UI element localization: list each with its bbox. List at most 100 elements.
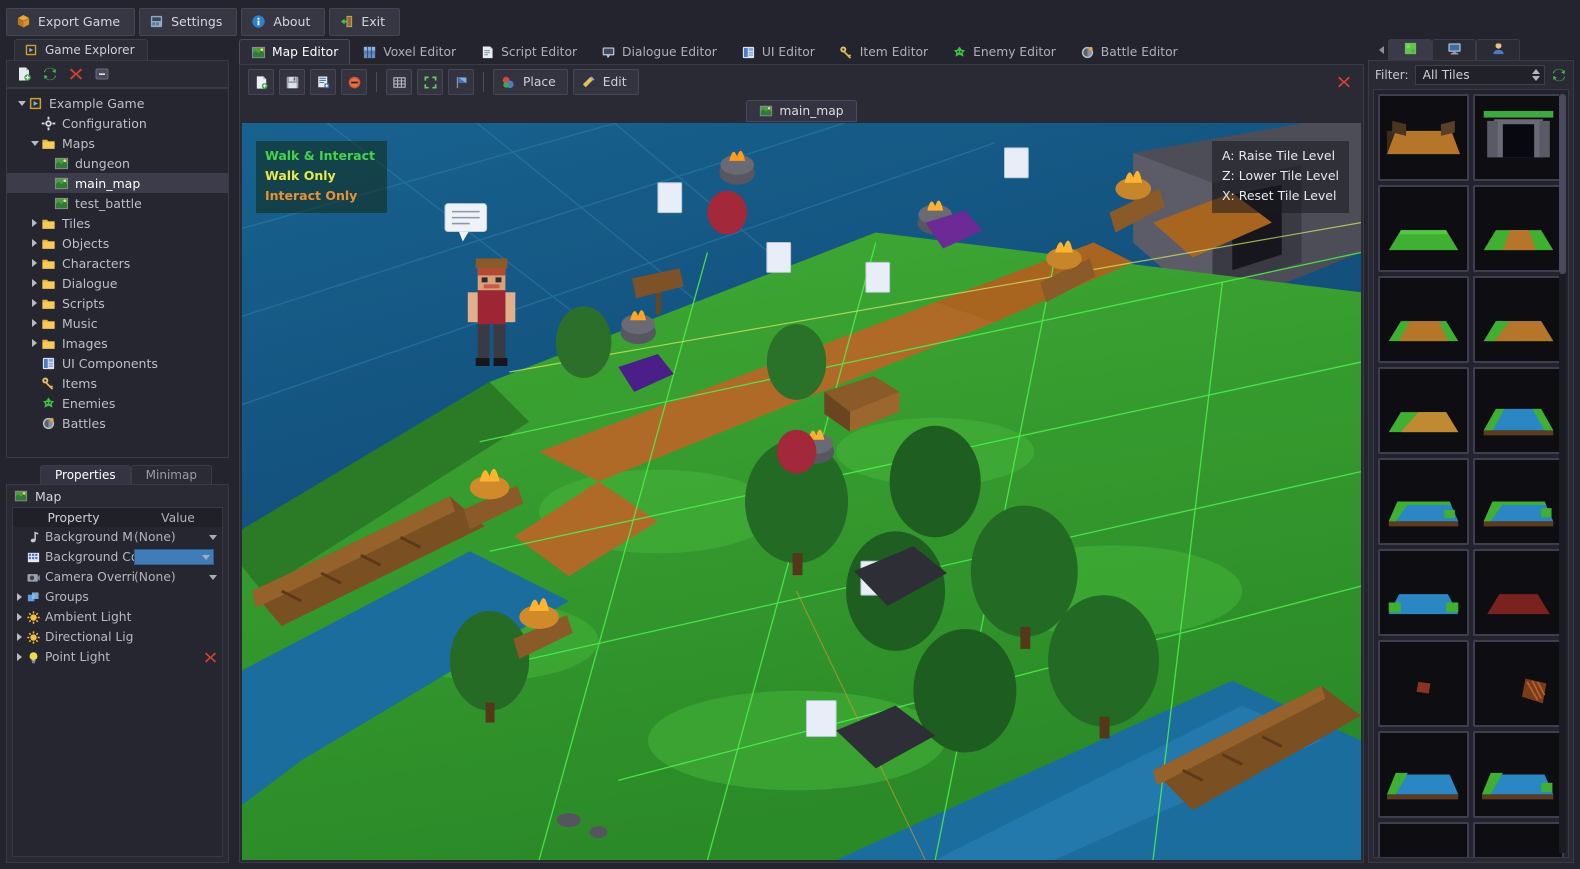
chevron-right-icon[interactable] xyxy=(28,339,41,347)
tree-item-main-map[interactable]: main_map xyxy=(7,173,228,193)
chevron-right-icon[interactable] xyxy=(13,633,26,641)
delete-icon[interactable] xyxy=(68,66,84,82)
chevron-right-icon[interactable] xyxy=(13,613,26,621)
red-carpet-tile[interactable] xyxy=(1473,549,1564,636)
property-row-camera-override[interactable]: Camera Override(None) xyxy=(13,567,222,587)
chevron-right-icon[interactable] xyxy=(13,593,26,601)
grass-dirt-corner-tile[interactable] xyxy=(1378,367,1469,454)
tab-voxel-editor[interactable]: Voxel Editor xyxy=(350,39,468,64)
tree-item-test-battle[interactable]: test_battle xyxy=(7,193,228,213)
map-viewport-3d[interactable]: Walk & Interact Walk Only Interact Only … xyxy=(242,123,1361,860)
empty-tile-a[interactable] xyxy=(1378,822,1469,857)
water-grass-corner-tile[interactable] xyxy=(1473,731,1564,818)
collapse-icon[interactable] xyxy=(94,66,110,82)
tree-item-images[interactable]: Images xyxy=(7,333,228,353)
delete-map-icon[interactable] xyxy=(341,69,367,95)
close-tab-icon[interactable] xyxy=(1333,71,1355,93)
tree-item-enemies[interactable]: Enemies xyxy=(7,393,228,413)
chevron-right-icon[interactable] xyxy=(28,259,41,267)
color-swatch[interactable] xyxy=(134,549,214,565)
property-value-cell[interactable]: (None) xyxy=(134,530,222,544)
property-row-groups[interactable]: Groups xyxy=(13,587,222,607)
tab-item-editor[interactable]: Item Editor xyxy=(827,39,940,64)
chevron-down-icon[interactable] xyxy=(202,554,210,560)
tree-item-dungeon[interactable]: dungeon xyxy=(7,153,228,173)
wood-floor-tile[interactable] xyxy=(1378,94,1469,181)
tile-palette-grid[interactable] xyxy=(1373,89,1569,858)
remove-icon[interactable] xyxy=(203,650,217,664)
exit-button[interactable]: Exit xyxy=(329,7,401,36)
objects-tab[interactable] xyxy=(1432,39,1476,60)
chevron-down-icon[interactable] xyxy=(209,574,217,580)
save-as-icon[interactable] xyxy=(310,69,336,95)
tree-item-items[interactable]: Items xyxy=(7,373,228,393)
tree-item-objects[interactable]: Objects xyxy=(7,233,228,253)
project-tree[interactable]: Example Game Configuration Maps dungeon main… xyxy=(6,88,229,458)
water-bank-left-tile[interactable] xyxy=(1378,458,1469,545)
tree-item-configuration[interactable]: Configuration xyxy=(7,113,228,133)
export-game-button[interactable]: Export Game xyxy=(6,7,136,36)
refresh-icon[interactable] xyxy=(42,66,58,82)
tree-item-dialogue[interactable]: Dialogue xyxy=(7,273,228,293)
water-channel-tile[interactable] xyxy=(1473,367,1564,454)
property-row-background-color[interactable]: Background Color xyxy=(13,547,222,567)
grass-tile[interactable] xyxy=(1378,185,1469,272)
tree-item-music[interactable]: Music xyxy=(7,313,228,333)
property-value-cell[interactable]: (None) xyxy=(134,570,222,584)
place-button[interactable]: Place xyxy=(493,69,568,95)
new-map-icon[interactable] xyxy=(248,69,274,95)
chevron-right-icon[interactable] xyxy=(28,239,41,247)
new-file-icon[interactable] xyxy=(16,66,32,82)
chevron-right-icon[interactable] xyxy=(13,653,26,661)
collapse-panel-icon[interactable] xyxy=(1374,40,1388,60)
dirt-edge-tile[interactable] xyxy=(1473,276,1564,363)
chevron-right-icon[interactable] xyxy=(28,219,41,227)
edit-button[interactable]: Edit xyxy=(572,69,639,95)
tab-minimap[interactable]: Minimap xyxy=(130,465,212,484)
refresh-icon[interactable] xyxy=(1551,67,1567,83)
tree-item-maps[interactable]: Maps xyxy=(7,133,228,153)
tab-dialogue-editor[interactable]: Dialogue Editor xyxy=(589,39,729,64)
small-rubble-tile[interactable] xyxy=(1378,640,1469,727)
tab-properties[interactable]: Properties xyxy=(40,465,131,484)
tree-item-battles[interactable]: Battles xyxy=(7,413,228,433)
characters-tab[interactable] xyxy=(1476,39,1520,60)
chevron-right-icon[interactable] xyxy=(28,299,41,307)
about-button[interactable]: About xyxy=(241,7,326,36)
tree-item-example-game[interactable]: Example Game xyxy=(7,93,228,113)
flag-icon[interactable] xyxy=(448,69,474,95)
tree-item-characters[interactable]: Characters xyxy=(7,253,228,273)
tab-script-editor[interactable]: Script Editor xyxy=(468,39,589,64)
chevron-down-icon[interactable] xyxy=(15,100,28,106)
water-grass-edge-tile[interactable] xyxy=(1378,731,1469,818)
filter-select[interactable]: All Tiles xyxy=(1414,65,1545,85)
fit-view-icon[interactable] xyxy=(417,69,443,95)
map-tab-main-map[interactable]: main_map xyxy=(746,100,857,122)
tab-battle-editor[interactable]: Battle Editor xyxy=(1068,39,1190,64)
grass-path-wide-tile[interactable] xyxy=(1378,276,1469,363)
settings-button[interactable]: Settings xyxy=(139,7,238,36)
tab-game-explorer[interactable]: Game Explorer xyxy=(14,39,148,60)
grid-toggle-icon[interactable] xyxy=(386,69,412,95)
save-map-icon[interactable] xyxy=(279,69,305,95)
property-row-ambient-light[interactable]: Ambient Light xyxy=(13,607,222,627)
empty-tile-b[interactable] xyxy=(1473,822,1564,857)
grass-path-vertical-tile[interactable] xyxy=(1473,185,1564,272)
chevron-down-icon[interactable] xyxy=(28,140,41,146)
chevron-right-icon[interactable] xyxy=(28,279,41,287)
tree-item-scripts[interactable]: Scripts xyxy=(7,293,228,313)
tab-enemy-editor[interactable]: Enemy Editor xyxy=(940,39,1068,64)
tiles-tab[interactable] xyxy=(1388,39,1432,60)
property-value-cell[interactable] xyxy=(134,549,222,565)
chevron-right-icon[interactable] xyxy=(28,319,41,327)
chevron-down-icon[interactable] xyxy=(209,534,217,540)
cave-entrance-tile[interactable] xyxy=(1473,94,1564,181)
property-row-point-light[interactable]: Point Light xyxy=(13,647,222,667)
tab-ui-editor[interactable]: UI Editor xyxy=(729,39,827,64)
wood-plank-tile[interactable] xyxy=(1473,640,1564,727)
tab-map-editor[interactable]: Map Editor xyxy=(239,39,351,64)
palette-scrollbar-thumb[interactable] xyxy=(1559,94,1566,274)
property-row-background-music[interactable]: Background Music(None) xyxy=(13,527,222,547)
tree-item-ui-components[interactable]: UI Components xyxy=(7,353,228,373)
tree-item-tiles[interactable]: Tiles xyxy=(7,213,228,233)
